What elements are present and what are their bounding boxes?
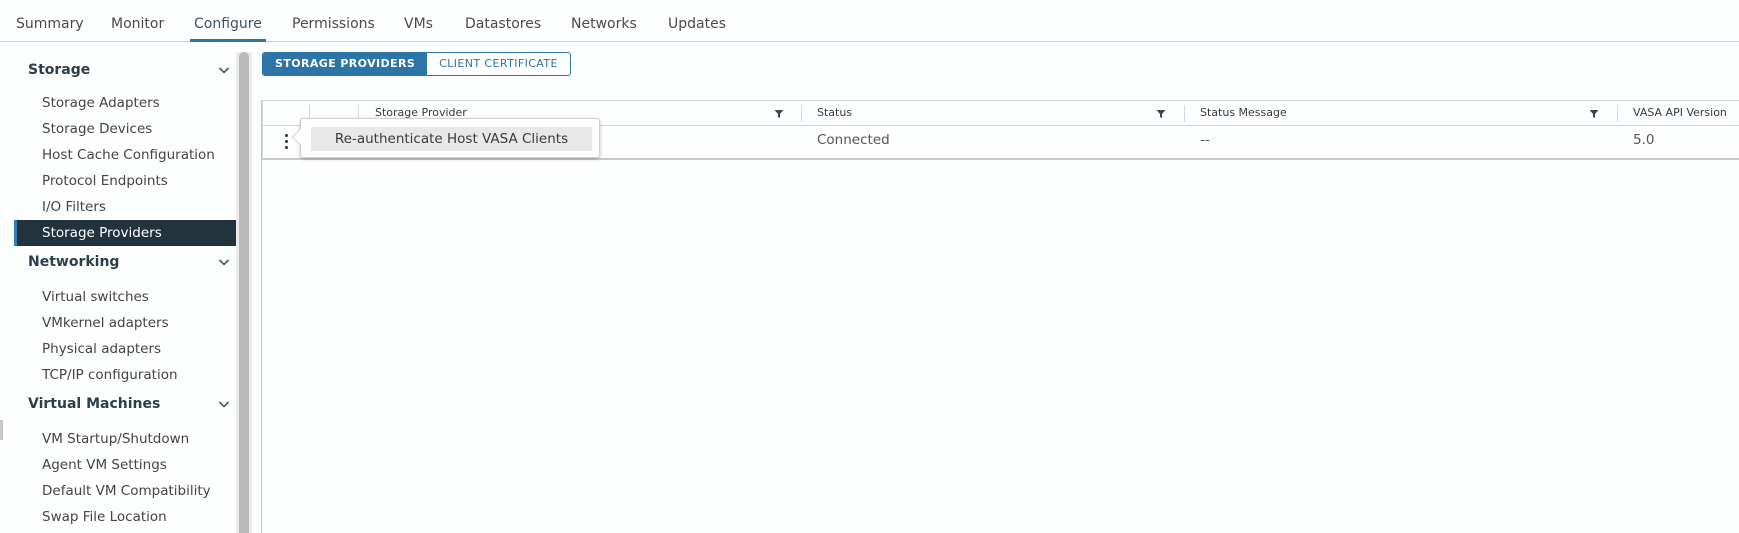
- sidebar-item-vm-startup-shutdown[interactable]: VM Startup/Shutdown: [14, 426, 236, 452]
- sidebar-item-storage-devices[interactable]: Storage Devices: [14, 116, 236, 142]
- chevron-down-icon[interactable]: [218, 398, 230, 410]
- cell-vasa-api-version: 5.0: [1633, 132, 1655, 148]
- client-certificate-button[interactable]: CLIENT CERTIFICATE: [427, 53, 570, 75]
- column-header-status-message[interactable]: Status Message: [1200, 106, 1287, 119]
- tab-monitor[interactable]: Monitor: [111, 16, 164, 42]
- sidebar-item-label: TCP/IP configuration: [42, 367, 178, 383]
- sidebar-item-label: Virtual switches: [42, 289, 149, 305]
- sidebar-item-label: Storage Devices: [42, 121, 153, 137]
- tab-networks[interactable]: Networks: [571, 16, 637, 42]
- tab-vms[interactable]: VMs: [404, 16, 433, 42]
- content-divider: [261, 100, 262, 533]
- tab-configure[interactable]: Configure: [190, 16, 266, 42]
- tab-summary[interactable]: Summary: [16, 16, 84, 42]
- column-separator: [1184, 105, 1185, 122]
- sidebar-item-swap-file-location[interactable]: Swap File Location: [14, 504, 236, 530]
- row-actions-menu: Re-authenticate Host VASA Clients: [291, 118, 600, 158]
- row-actions-icon[interactable]: [282, 131, 292, 151]
- view-toggle: STORAGE PROVIDERS CLIENT CERTIFICATE: [262, 52, 571, 76]
- sidebar-item-label: VM Startup/Shutdown: [42, 431, 190, 447]
- storage-providers-button[interactable]: STORAGE PROVIDERS: [263, 53, 428, 75]
- chevron-down-icon[interactable]: [218, 64, 230, 76]
- column-separator: [801, 105, 802, 122]
- sidebar-item-vmkernel-adapters[interactable]: VMkernel adapters: [14, 310, 236, 336]
- group-label: Virtual Machines: [28, 396, 161, 412]
- filter-icon[interactable]: [774, 109, 784, 119]
- sidebar-item-virtual-switches[interactable]: Virtual switches: [14, 284, 236, 310]
- sidebar-item-storage-adapters[interactable]: Storage Adapters: [14, 90, 236, 116]
- sidebar-item-label: Host Cache Configuration: [42, 147, 215, 163]
- sidebar-item-physical-adapters[interactable]: Physical adapters: [14, 336, 236, 362]
- group-header-networking[interactable]: Networking: [28, 250, 236, 276]
- sidebar-item-label: Physical adapters: [42, 341, 162, 357]
- chevron-down-icon[interactable]: [218, 256, 230, 268]
- menu-item-reauthenticate-host-vasa-clients[interactable]: Re-authenticate Host VASA Clients: [311, 127, 592, 151]
- tab-permissions[interactable]: Permissions: [292, 16, 375, 42]
- column-header-vasa-api-version[interactable]: VASA API Version: [1633, 106, 1727, 119]
- sidebar-item-label: Swap File Location: [42, 509, 167, 525]
- group-label: Storage: [28, 62, 91, 78]
- sidebar-item-storage-providers[interactable]: Storage Providers: [14, 220, 236, 246]
- filter-icon[interactable]: [1156, 109, 1166, 119]
- group-header-storage[interactable]: Storage: [28, 58, 236, 84]
- cell-status: Connected: [817, 132, 890, 148]
- sidebar-item-default-vm-compatibility[interactable]: Default VM Compatibility: [14, 478, 236, 504]
- cell-status-message: --: [1200, 132, 1210, 148]
- group-header-virtual-machines[interactable]: Virtual Machines: [28, 392, 236, 418]
- column-separator: [1617, 105, 1618, 122]
- sidebar-item-label: Storage Adapters: [42, 95, 160, 111]
- pane-resize-handle[interactable]: [0, 420, 3, 440]
- tab-datastores[interactable]: Datastores: [465, 16, 541, 42]
- configure-sidebar: Storage Storage Adapters Storage Devices…: [14, 52, 236, 533]
- sidebar-item-io-filters[interactable]: I/O Filters: [14, 194, 236, 220]
- sidebar-item-label: VMkernel adapters: [42, 315, 169, 331]
- sidebar-item-label: Agent VM Settings: [42, 457, 167, 473]
- sidebar-item-label: Protocol Endpoints: [42, 173, 168, 189]
- group-label: Networking: [28, 254, 120, 270]
- sidebar-item-agent-vm-settings[interactable]: Agent VM Settings: [14, 452, 236, 478]
- sidebar-item-host-cache-configuration[interactable]: Host Cache Configuration: [14, 142, 236, 168]
- tab-updates[interactable]: Updates: [668, 16, 726, 42]
- top-tab-bar: Summary Monitor Configure Permissions VM…: [0, 0, 1739, 42]
- sidebar-item-label: I/O Filters: [42, 199, 106, 215]
- column-header-status[interactable]: Status: [817, 106, 852, 119]
- sidebar-item-label: Storage Providers: [42, 225, 162, 241]
- sidebar-item-protocol-endpoints[interactable]: Protocol Endpoints: [14, 168, 236, 194]
- sidebar-item-tcpip-configuration[interactable]: TCP/IP configuration: [14, 362, 236, 388]
- sidebar-scrollbar-thumb[interactable]: [239, 52, 249, 533]
- sidebar-item-label: Default VM Compatibility: [42, 483, 211, 499]
- filter-icon[interactable]: [1589, 109, 1599, 119]
